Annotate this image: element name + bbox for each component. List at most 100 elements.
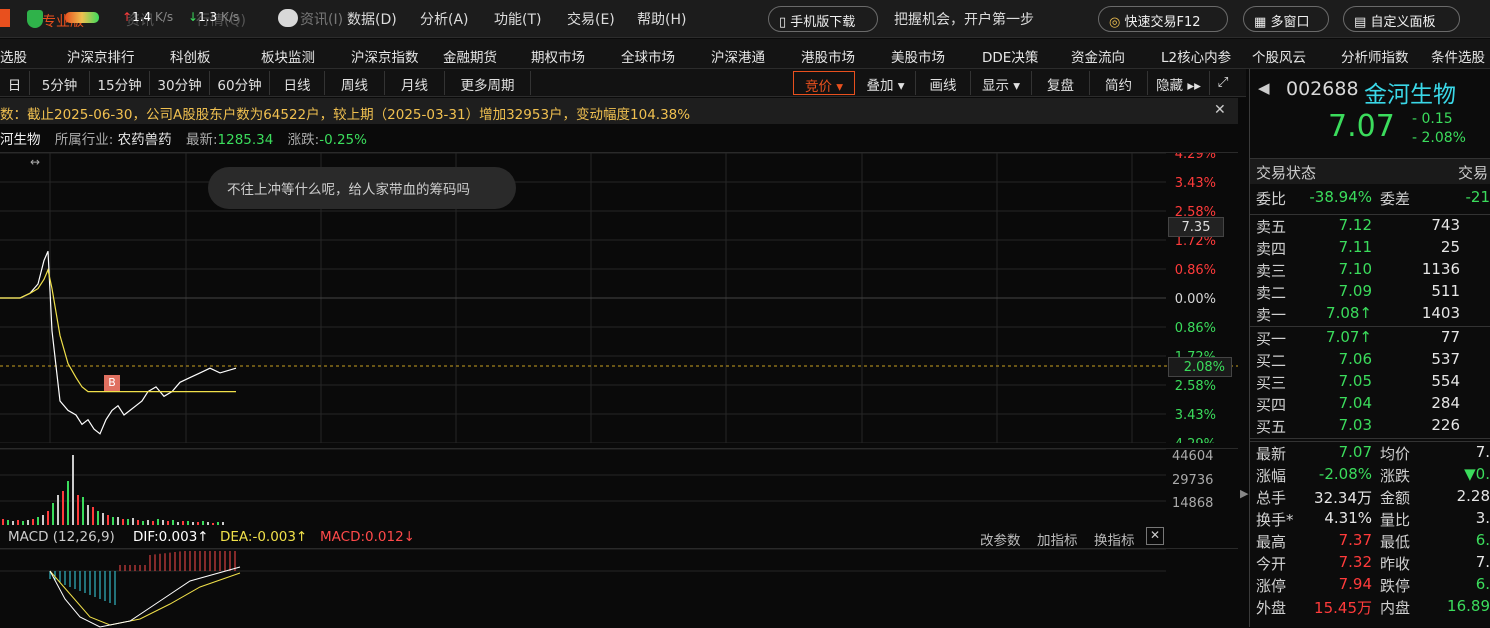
b-marker[interactable]: B [104, 375, 120, 391]
stat-label-2: 量比 [1380, 511, 1411, 529]
menu-trade[interactable]: 交易(E) [567, 9, 615, 29]
level-label: 买一 [1256, 330, 1287, 348]
stock-name-partial: 河生物 [0, 132, 41, 148]
volume-bar [82, 497, 84, 525]
volume-chart[interactable]: 44604 29736 14868 [0, 448, 1238, 526]
nav-item-conditional[interactable]: 条件选股 [1431, 46, 1485, 66]
bid-row[interactable]: 买四 7.04 284 [1256, 394, 1490, 416]
comment-bubble[interactable]: 不往上冲等什么呢，给人家带血的筹码吗 [208, 167, 516, 209]
level-volume: 554 [1431, 372, 1460, 390]
nav-item-futures[interactable]: 金融期货 [443, 46, 497, 66]
level-label: 卖二 [1256, 284, 1287, 302]
switch-indicator-button[interactable]: 换指标 [1094, 529, 1135, 549]
fullscreen-icon[interactable]: ⤢ [1210, 71, 1236, 95]
level-volume: 77 [1440, 328, 1460, 346]
level-label: 买三 [1256, 374, 1287, 392]
custom-panel-button[interactable]: ▤ 自定义面板 [1343, 6, 1460, 32]
info-close-icon[interactable]: ✕ [1214, 102, 1226, 118]
mobile-download-button[interactable]: ▯ 手机版下载 [768, 6, 878, 32]
nav-item-l2[interactable]: L2核心内参 [1161, 46, 1231, 66]
menu-data[interactable]: 数据(D) [347, 9, 397, 29]
draw-button[interactable]: 画线 [916, 71, 971, 95]
prev-stock-icon[interactable]: ◀ [1258, 79, 1270, 97]
nav-item-global[interactable]: 全球市场 [621, 46, 675, 66]
collapse-handle-icon[interactable]: ▶ [1240, 487, 1248, 500]
nav-item-dde[interactable]: DDE决策 [982, 46, 1038, 66]
bid-row[interactable]: 买二 7.06 537 [1256, 350, 1490, 372]
level-price: 7.07↑ [1326, 328, 1372, 346]
status-row: 交易状态 交易 [1250, 158, 1490, 184]
level-volume: 1136 [1421, 260, 1460, 278]
menu-help[interactable]: 帮助(H) [637, 9, 686, 29]
stat-value: 15.45万 [1314, 599, 1372, 617]
nav-item-options[interactable]: 期权市场 [531, 46, 585, 66]
menu-analysis[interactable]: 分析(A) [420, 9, 469, 29]
period-monthly[interactable]: 月线 [385, 71, 445, 95]
quick-trade-button[interactable]: ◎ 快速交易F12 [1098, 6, 1228, 32]
shield-icon[interactable] [27, 10, 43, 28]
volume-bar [67, 481, 69, 525]
stat-value: 7.94 [1338, 575, 1372, 593]
stat-label-2: 涨跌 [1380, 467, 1411, 485]
ask-row[interactable]: 卖一 7.08↑ 1403 [1256, 304, 1490, 326]
bid-row[interactable]: 买三 7.05 554 [1256, 372, 1490, 394]
ask-row[interactable]: 卖二 7.09 511 [1256, 282, 1490, 304]
drag-handle-icon[interactable]: ↔ [30, 155, 40, 169]
price-change: - 0.15 [1412, 111, 1453, 127]
menu-function[interactable]: 功能(T) [494, 9, 541, 29]
slogan-link[interactable]: 把握机会，开户第一步 [894, 9, 1034, 29]
nav-item-index[interactable]: 沪深京指数 [351, 46, 419, 66]
multi-window-button[interactable]: ▦ 多窗口 [1243, 6, 1329, 32]
period-more[interactable]: 更多周期 [445, 71, 531, 95]
nav-item-sector-monitor[interactable]: 板块监测 [261, 46, 315, 66]
chat-icon[interactable] [278, 9, 298, 27]
ask-row[interactable]: 卖四 7.11 25 [1256, 238, 1490, 260]
period-weekly[interactable]: 周线 [325, 71, 385, 95]
stat-value-2: 6. [1475, 531, 1490, 549]
macd-name[interactable]: MACD (12,26,9) [8, 529, 115, 545]
auction-button[interactable]: 竞价 ▾ [793, 71, 855, 95]
panel-divider [1250, 214, 1490, 215]
level-price: 7.09 [1338, 282, 1372, 300]
macd-close-icon[interactable]: ✕ [1146, 527, 1164, 545]
change-params-button[interactable]: 改参数 [980, 529, 1021, 549]
volume-bar [207, 522, 209, 525]
period-30min[interactable]: 30分钟 [150, 71, 210, 95]
replay-button[interactable]: 复盘 [1032, 71, 1090, 95]
simple-button[interactable]: 简约 [1090, 71, 1148, 95]
period-5min[interactable]: 5分钟 [30, 71, 90, 95]
nav-item-stock-cloud[interactable]: 个股风云 [1252, 46, 1306, 66]
period-60min[interactable]: 60分钟 [210, 71, 270, 95]
ask-row[interactable]: 卖三 7.10 1136 [1256, 260, 1490, 282]
nav-item-star-market[interactable]: 科创板 [170, 46, 211, 66]
menu-news[interactable]: 资讯(I) [300, 9, 343, 29]
period-day-partial[interactable]: 日 [0, 71, 30, 95]
bid-row[interactable]: 买一 7.07↑ 77 [1256, 328, 1490, 350]
multi-window-label: 多窗口 [1270, 15, 1310, 30]
macd-chart[interactable] [0, 548, 1238, 628]
add-indicator-button[interactable]: 加指标 [1037, 529, 1078, 549]
nav-item-ranking[interactable]: 沪深京排行 [67, 46, 135, 66]
nav-item-fund-flow[interactable]: 资金流向 [1071, 46, 1125, 66]
overlay-button[interactable]: 叠加 ▾ [856, 71, 916, 95]
nav-item-analyst[interactable]: 分析师指数 [1341, 46, 1409, 66]
bid-row[interactable]: 买五 7.03 226 [1256, 416, 1490, 438]
nav-item-stock-select[interactable]: 选股 [0, 46, 27, 66]
nav-item-hk[interactable]: 港股市场 [801, 46, 855, 66]
period-15min[interactable]: 15分钟 [90, 71, 150, 95]
period-daily[interactable]: 日线 [270, 71, 325, 95]
nav-item-connect[interactable]: 沪深港通 [711, 46, 765, 66]
nav-item-us[interactable]: 美股市场 [891, 46, 945, 66]
quick-trade-icon: ◎ [1109, 15, 1121, 30]
level-volume: 284 [1431, 394, 1460, 412]
ask-row[interactable]: 卖五 7.12 743 [1256, 216, 1490, 238]
industry-value[interactable]: 农药兽药 [118, 132, 172, 148]
hide-button[interactable]: 隐藏 ▸▸ [1148, 71, 1210, 95]
custom-panel-icon: ▤ [1354, 15, 1367, 30]
level-label: 买二 [1256, 352, 1287, 370]
volume-bar [27, 520, 29, 525]
volume-bar [117, 517, 119, 525]
volume-bar [202, 521, 204, 525]
display-button[interactable]: 显示 ▾ [971, 71, 1032, 95]
intraday-price-chart[interactable]: 4.29%3.43%2.58%1.72%0.86%0.00%0.86%1.72%… [0, 152, 1238, 443]
